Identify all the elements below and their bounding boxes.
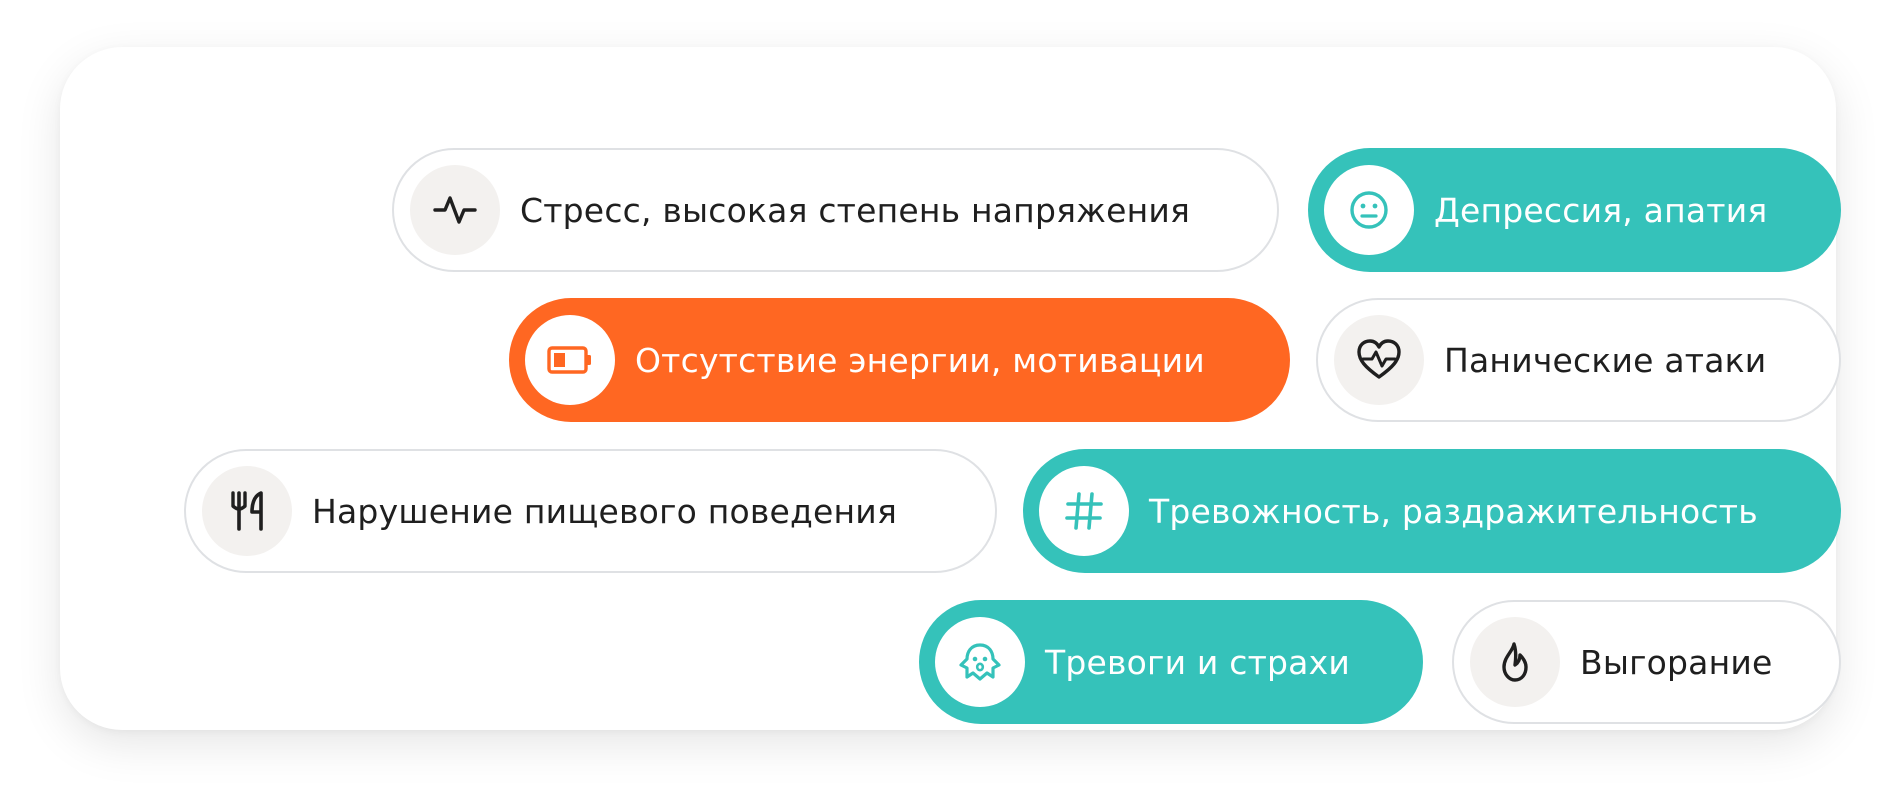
chip-depression[interactable]: Депрессия, апатия [1308,148,1841,272]
chip-energy[interactable]: Отсутствие энергии, мотивации [509,298,1290,422]
ghost-icon [935,617,1025,707]
chip-fears[interactable]: Тревоги и страхи [919,600,1423,724]
chip-label: Депрессия, апатия [1434,190,1768,230]
low-battery-icon [525,315,615,405]
chip-label: Панические атаки [1444,340,1767,380]
neutral-face-icon [1324,165,1414,255]
topics-card: Стресс, высокая степень напряжения Депре… [60,47,1841,730]
chip-anxiety[interactable]: Тревожность, раздражительность [1023,449,1841,573]
hashtag-icon [1039,466,1129,556]
pulse-icon [410,165,500,255]
fork-knife-icon [202,466,292,556]
chip-burnout[interactable]: Выгорание [1452,600,1841,724]
chip-panic[interactable]: Панические атаки [1316,298,1841,422]
chip-eating[interactable]: Нарушение пищевого поведения [184,449,997,573]
chip-stress[interactable]: Стресс, высокая степень напряжения [392,148,1279,272]
chip-label: Выгорание [1580,642,1773,682]
chip-label: Стресс, высокая степень напряжения [520,190,1191,230]
chip-label: Нарушение пищевого поведения [312,491,898,531]
flame-icon [1470,617,1560,707]
heart-pulse-icon [1334,315,1424,405]
chip-label: Тревоги и страхи [1045,642,1350,682]
chip-label: Тревожность, раздражительность [1149,491,1758,531]
chip-label: Отсутствие энергии, мотивации [635,340,1205,380]
